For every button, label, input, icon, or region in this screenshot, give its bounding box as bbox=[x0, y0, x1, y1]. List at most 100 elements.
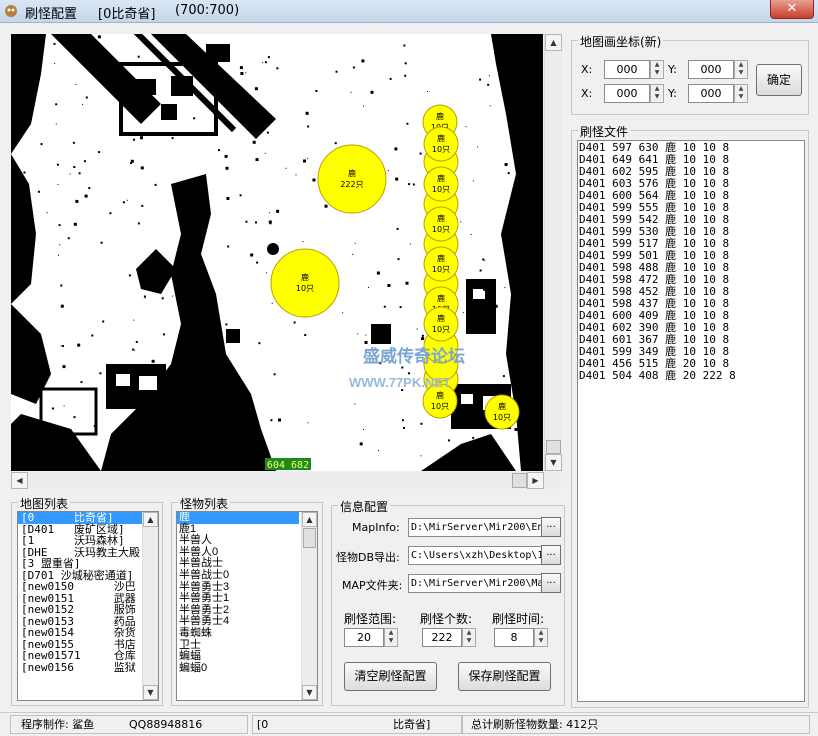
map-list-item[interactable]: [1 沃玛森林] bbox=[18, 535, 142, 547]
terrain-dot bbox=[262, 62, 264, 64]
spawn-marker-circle[interactable] bbox=[423, 166, 459, 202]
spawn-marker-circle[interactable] bbox=[317, 144, 387, 214]
map-folder-path-input[interactable]: D:\MirServer\Mir200\Map bbox=[408, 574, 543, 593]
map-list-item[interactable]: [new01571 仓库 bbox=[18, 650, 142, 662]
spawn-marker-circle[interactable] bbox=[423, 126, 459, 162]
scroll-thumb[interactable] bbox=[303, 528, 316, 548]
spawn-marker-circle[interactable] bbox=[484, 394, 520, 430]
db-export-browse-button[interactable]: ... bbox=[541, 545, 561, 565]
monster-list-item[interactable]: 鹿 bbox=[177, 512, 299, 524]
map-list-item[interactable]: [new0152 服饰 bbox=[18, 604, 142, 616]
spin-up-icon[interactable]: ▲ bbox=[651, 85, 663, 93]
terrain-dot bbox=[23, 171, 26, 174]
scroll-left-icon[interactable]: ◀ bbox=[11, 472, 28, 489]
scroll-down-icon[interactable]: ▼ bbox=[545, 454, 562, 471]
spin-down-icon[interactable]: ▼ bbox=[651, 93, 663, 101]
map-vertical-scrollbar[interactable]: ▲ ▼ bbox=[544, 34, 562, 471]
scroll-down-icon[interactable]: ▼ bbox=[143, 685, 158, 700]
map-listbox[interactable]: [0 比奇省] [D401 废矿区域] [1 沃玛森林] [DHE 沃玛教主大殿 [3 … bbox=[17, 511, 159, 701]
spawn-marker[interactable]: 鹿 222只 bbox=[317, 144, 387, 214]
terrain-dot bbox=[383, 305, 386, 308]
spin-up-icon[interactable]: ▲ bbox=[463, 629, 475, 637]
x1-input[interactable]: 000 bbox=[604, 60, 650, 79]
y1-input[interactable]: 000 bbox=[688, 60, 734, 79]
map-list-scrollbar[interactable]: ▲ ▼ bbox=[142, 512, 158, 700]
spin-down-icon[interactable]: ▼ bbox=[735, 93, 747, 101]
count-stepper[interactable]: 222 ▲ ▼ bbox=[422, 628, 478, 647]
spawn-file-textarea[interactable]: D401 597 630 鹿 10 10 8 D401 649 641 鹿 10 … bbox=[577, 140, 805, 702]
spawn-marker-circle[interactable] bbox=[423, 206, 459, 242]
terrain-dot bbox=[258, 342, 261, 345]
scroll-right-icon[interactable]: ▶ bbox=[527, 472, 544, 489]
range-label: 刷怪范围: bbox=[344, 612, 397, 626]
map-horizontal-scrollbar[interactable]: ◀ ▶ bbox=[11, 472, 561, 489]
terrain-dot bbox=[502, 375, 505, 378]
spin-up-icon[interactable]: ▲ bbox=[535, 629, 547, 637]
map-list-item[interactable]: [0 比奇省] bbox=[18, 512, 142, 524]
map-list-item[interactable]: [3 盟重省] bbox=[18, 558, 142, 570]
scroll-down-icon[interactable]: ▼ bbox=[302, 685, 317, 700]
terrain-dot bbox=[526, 314, 527, 315]
range-input[interactable]: 20 bbox=[344, 628, 384, 647]
map-canvas[interactable]: 鹿222只鹿10只鹿10只鹿10只鹿10只鹿10只鹿10只鹿10只鹿10只鹿10… bbox=[11, 34, 543, 471]
spin-up-icon[interactable]: ▲ bbox=[385, 629, 397, 637]
close-button[interactable]: ✕ bbox=[770, 0, 814, 19]
confirm-button[interactable]: 确定 bbox=[756, 64, 802, 96]
db-export-path-input[interactable]: C:\Users\xzh\Desktop\1 bbox=[408, 546, 543, 565]
save-config-button[interactable]: 保存刷怪配置 bbox=[458, 662, 551, 691]
map-list-item[interactable]: [new0154 杂货 bbox=[18, 627, 142, 639]
map-view[interactable]: 鹿222只鹿10只鹿10只鹿10只鹿10只鹿10只鹿10只鹿10只鹿10只鹿10… bbox=[11, 34, 543, 471]
scroll-up-icon[interactable]: ▲ bbox=[302, 512, 317, 527]
mapinfo-browse-button[interactable]: ... bbox=[541, 517, 561, 537]
y2-input[interactable]: 000 bbox=[688, 84, 734, 103]
mapinfo-path-input[interactable]: D:\MirServer\Mir200\Envir bbox=[408, 518, 543, 537]
spawn-marker[interactable]: 鹿 10只 bbox=[423, 166, 459, 202]
spawn-marker-circle[interactable] bbox=[423, 306, 459, 342]
scroll-thumb-horizontal[interactable] bbox=[512, 473, 527, 488]
terrain-dot bbox=[251, 100, 254, 103]
monster-list-item[interactable]: 半兽勇士1 bbox=[177, 593, 299, 605]
terrain-dot bbox=[516, 69, 520, 73]
x1-stepper[interactable]: 000 ▲ ▼ bbox=[604, 60, 666, 79]
monster-list-item[interactable]: 毒蜘蛛 bbox=[177, 627, 299, 640]
map-folder-browse-button[interactable]: ... bbox=[541, 573, 561, 593]
spawn-marker[interactable]: 鹿 10只 bbox=[423, 206, 459, 242]
spawn-marker[interactable]: 鹿 10只 bbox=[270, 248, 340, 318]
scroll-up-icon[interactable]: ▲ bbox=[143, 512, 158, 527]
spin-down-icon[interactable]: ▼ bbox=[535, 637, 547, 645]
monster-list-item[interactable]: 蝙蝠0 bbox=[177, 662, 299, 675]
y2-stepper[interactable]: 000 ▲ ▼ bbox=[688, 84, 750, 103]
monster-list-item[interactable]: 半兽战士0 bbox=[177, 569, 299, 582]
count-input[interactable]: 222 bbox=[422, 628, 462, 647]
monster-list-scrollbar[interactable]: ▲ ▼ bbox=[301, 512, 317, 700]
spin-up-icon[interactable]: ▲ bbox=[735, 85, 747, 93]
map-list-item[interactable]: [new0156 监狱 bbox=[18, 661, 142, 674]
range-stepper[interactable]: 20 ▲ ▼ bbox=[344, 628, 400, 647]
time-stepper[interactable]: 8 ▲ ▼ bbox=[494, 628, 550, 647]
spin-down-icon[interactable]: ▼ bbox=[651, 69, 663, 77]
terrain-dot bbox=[266, 272, 267, 274]
terrain-dot bbox=[365, 334, 367, 336]
map-list-item[interactable]: [new0150 沙巴 bbox=[18, 581, 142, 593]
terrain-dot bbox=[293, 321, 296, 324]
x2-input[interactable]: 000 bbox=[604, 84, 650, 103]
spin-down-icon[interactable]: ▼ bbox=[735, 69, 747, 77]
y1-stepper[interactable]: 000 ▲ ▼ bbox=[688, 60, 750, 79]
x2-stepper[interactable]: 000 ▲ ▼ bbox=[604, 84, 666, 103]
spawn-marker-circle[interactable] bbox=[270, 248, 340, 318]
spawn-marker[interactable]: 鹿 10只 bbox=[423, 246, 459, 282]
spawn-marker[interactable]: 鹿 10只 bbox=[484, 394, 520, 430]
spawn-marker[interactable]: 鹿 10只 bbox=[423, 306, 459, 342]
scroll-thumb[interactable] bbox=[546, 440, 561, 454]
spin-up-icon[interactable]: ▲ bbox=[735, 61, 747, 69]
clear-config-button[interactable]: 清空刷怪配置 bbox=[344, 662, 437, 691]
monster-listbox[interactable]: 鹿鹿1 半兽人 半兽人0 半兽战士 半兽战士0 半兽勇士3 半兽勇士1 半兽勇士2 半兽勇士4 毒… bbox=[176, 511, 318, 701]
time-input[interactable]: 8 bbox=[494, 628, 534, 647]
spawn-marker-circle[interactable] bbox=[423, 246, 459, 282]
spin-down-icon[interactable]: ▼ bbox=[463, 637, 475, 645]
scroll-up-icon[interactable]: ▲ bbox=[545, 34, 562, 51]
spawn-marker[interactable]: 鹿 10只 bbox=[423, 126, 459, 162]
spin-up-icon[interactable]: ▲ bbox=[651, 61, 663, 69]
monster-list-item[interactable]: 蝙蝠 bbox=[177, 651, 299, 663]
spin-down-icon[interactable]: ▼ bbox=[385, 637, 397, 645]
